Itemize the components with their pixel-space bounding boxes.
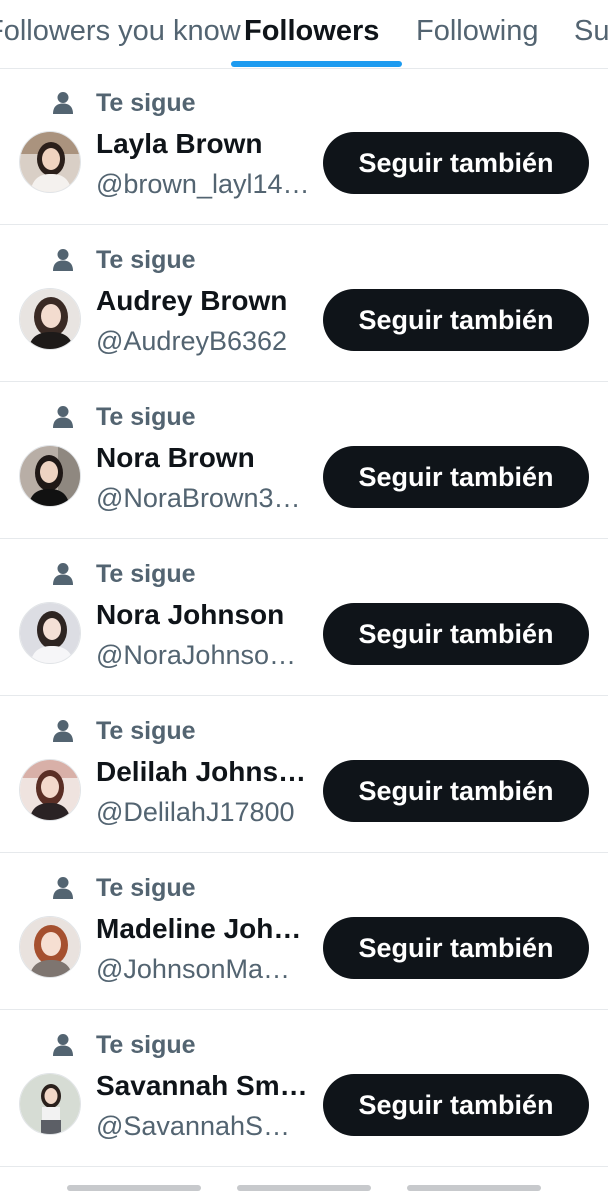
username-handle[interactable]: @AudreyB6362: [96, 323, 287, 359]
avatar[interactable]: [19, 1073, 81, 1135]
avatar[interactable]: [19, 131, 81, 193]
person-icon: [52, 876, 74, 900]
username-handle[interactable]: @NoraJohnso…: [96, 637, 296, 673]
active-tab-indicator: [231, 61, 402, 67]
follow-back-button[interactable]: Seguir también: [323, 446, 589, 508]
follower-row[interactable]: Te sigue Layla Brown @brown_layl14… Segu…: [0, 68, 608, 225]
follow-back-button[interactable]: Seguir también: [323, 603, 589, 665]
follows-you-context: Te sigue: [52, 1030, 196, 1060]
username-handle[interactable]: @JohnsonMa…: [96, 951, 290, 987]
avatar[interactable]: [19, 916, 81, 978]
scroll-indicator: [407, 1185, 541, 1191]
avatar[interactable]: [19, 602, 81, 664]
display-name[interactable]: Nora Johnson: [96, 597, 284, 633]
follows-you-context: Te sigue: [52, 873, 196, 903]
follows-you-label: Te sigue: [96, 88, 196, 117]
follow-back-button[interactable]: Seguir también: [323, 760, 589, 822]
person-icon: [52, 719, 74, 743]
avatar[interactable]: [19, 288, 81, 350]
person-icon: [52, 405, 74, 429]
follows-you-label: Te sigue: [96, 1030, 196, 1059]
follows-you-context: Te sigue: [52, 559, 196, 589]
follower-row[interactable]: Te sigue Nora Johnson @NoraJohnso… Segui…: [0, 539, 608, 696]
follower-row[interactable]: Te sigue Nora Brown @NoraBrown3… Seguir …: [0, 382, 608, 539]
display-name[interactable]: Delilah Johns…: [96, 754, 306, 790]
display-name[interactable]: Nora Brown: [96, 440, 255, 476]
display-name[interactable]: Savannah Sm…: [96, 1068, 308, 1104]
page-scroll-indicators: [0, 1185, 608, 1193]
follows-you-label: Te sigue: [96, 873, 196, 902]
follower-row[interactable]: Te sigue Madeline Joh… @JohnsonMa… Segui…: [0, 853, 608, 1010]
username-handle[interactable]: @NoraBrown3…: [96, 480, 300, 516]
person-icon: [52, 1033, 74, 1057]
follows-you-context: Te sigue: [52, 402, 196, 432]
follower-row[interactable]: Te sigue Delilah Johns… @DelilahJ17800 S…: [0, 696, 608, 853]
followers-list: Te sigue Layla Brown @brown_layl14… Segu…: [0, 68, 608, 1167]
person-icon: [52, 562, 74, 586]
follow-back-button[interactable]: Seguir también: [323, 1074, 589, 1136]
tab-followers-you-know[interactable]: Followers you know: [0, 12, 241, 50]
display-name[interactable]: Layla Brown: [96, 126, 262, 162]
username-handle[interactable]: @DelilahJ17800: [96, 794, 295, 830]
follows-you-label: Te sigue: [96, 716, 196, 745]
profile-tab-bar: Followers you know Followers Following S…: [0, 0, 608, 69]
follows-you-label: Te sigue: [96, 402, 196, 431]
tab-subscriptions[interactable]: Su: [574, 12, 608, 50]
follows-you-label: Te sigue: [96, 245, 196, 274]
follower-row[interactable]: Te sigue Savannah Sm… @SavannahS… Seguir…: [0, 1010, 608, 1167]
follows-you-context: Te sigue: [52, 88, 196, 118]
display-name[interactable]: Audrey Brown: [96, 283, 287, 319]
avatar[interactable]: [19, 759, 81, 821]
username-handle[interactable]: @brown_layl14…: [96, 166, 310, 202]
follow-back-button[interactable]: Seguir también: [323, 289, 589, 351]
follow-back-button[interactable]: Seguir también: [323, 132, 589, 194]
person-icon: [52, 248, 74, 272]
scroll-indicator: [237, 1185, 371, 1191]
tab-followers[interactable]: Followers: [244, 12, 379, 50]
follows-you-label: Te sigue: [96, 559, 196, 588]
username-handle[interactable]: @SavannahS…: [96, 1108, 290, 1144]
follow-back-button[interactable]: Seguir también: [323, 917, 589, 979]
avatar[interactable]: [19, 445, 81, 507]
display-name[interactable]: Madeline Joh…: [96, 911, 301, 947]
follower-row[interactable]: Te sigue Audrey Brown @AudreyB6362 Segui…: [0, 225, 608, 382]
person-icon: [52, 91, 74, 115]
follows-you-context: Te sigue: [52, 716, 196, 746]
tab-following[interactable]: Following: [416, 12, 539, 50]
scroll-indicator: [67, 1185, 201, 1191]
follows-you-context: Te sigue: [52, 245, 196, 275]
